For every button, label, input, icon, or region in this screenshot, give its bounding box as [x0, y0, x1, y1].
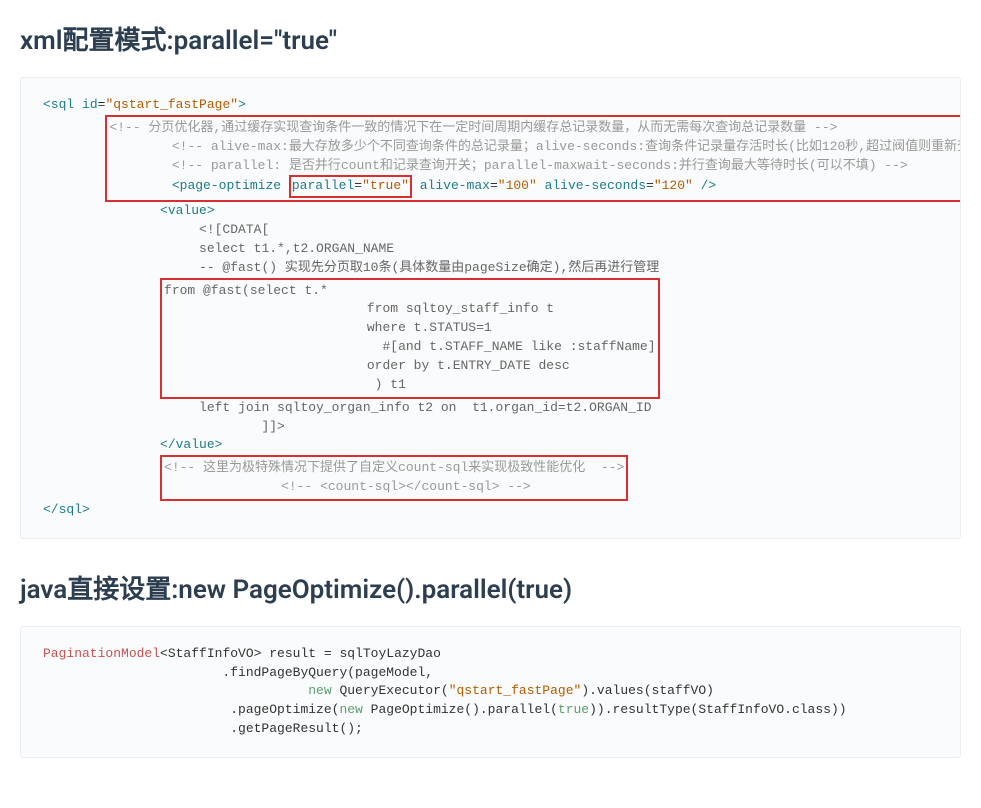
join-line: left join sqltoy_organ_info t2 on t1.org… — [199, 400, 651, 415]
heading-java: java直接设置:new PageOptimize().parallel(tru… — [20, 569, 961, 606]
sql-open-end: > — [238, 97, 246, 112]
j-l3a — [43, 683, 308, 698]
j-l4b: PageOptimize().parallel( — [363, 702, 558, 717]
po-alivemax-val: "100" — [498, 178, 537, 193]
po-parallel: parallel — [292, 178, 354, 193]
j-l4c: )).resultType(StaffInfoVO.class)) — [589, 702, 846, 717]
from-2: from sqltoy_staff_info t — [281, 301, 554, 316]
comment-3: <!-- parallel: 是否并行count和记录查询开关；parallel… — [172, 158, 908, 173]
red-box-top: <!-- 分页优化器,通过缓存实现查询条件一致的情况下在一定时间周期内缓存总记录… — [105, 115, 961, 202]
sql-id-val: "qstart_fastPage" — [105, 97, 238, 112]
comment-4: <!-- 这里为极特殊情况下提供了自定义count-sql来实现极致性能优化 -… — [164, 460, 624, 475]
comment-2: <!-- alive-max:最大存放多少个不同查询条件的总记录量；alive-… — [172, 139, 961, 154]
j-l1b: <StaffInfoVO> result = sqlToyLazyDao — [160, 646, 441, 661]
cdata-close: ]]> — [261, 419, 284, 434]
j-type: PaginationModel — [43, 646, 160, 661]
j-l5: .getPageResult(); — [43, 721, 363, 736]
comment-1: <!-- 分页优化器,通过缓存实现查询条件一致的情况下在一定时间周期内缓存总记录… — [109, 120, 837, 135]
red-box-fast: from @fast(select t.* from sqltoy_staff_… — [160, 278, 660, 399]
sql-close: </sql> — [43, 502, 90, 517]
xml-code-block: <sql id = "qstart_fastPage"> <!-- 分页优化器,通过… — [20, 77, 961, 539]
red-box-bottom: <!-- 这里为极特殊情况下提供了自定义count-sql来实现极致性能优化 -… — [160, 455, 628, 501]
value-open: <value> — [160, 203, 215, 218]
sql-comment: -- @fast() 实现先分页取10条(具体数量由pageSize确定),然后… — [199, 260, 659, 275]
j-l3-str: "qstart_fastPage" — [449, 683, 582, 698]
red-box-parallel: parallel="true" — [289, 175, 412, 198]
from-5: order by t.ENTRY_DATE desc — [281, 358, 570, 373]
heading-xml: xml配置模式:parallel="true" — [20, 20, 961, 57]
j-l4-true: true — [558, 702, 589, 717]
po-open: <page-optimize — [172, 178, 289, 193]
po-parallel-val: "true" — [362, 178, 409, 193]
select-line: select t1.*,t2.ORGAN_NAME — [199, 241, 394, 256]
from-1: from @fast(select t.* — [164, 283, 328, 298]
java-code-block: PaginationModel<StaffInfoVO> result = sq… — [20, 626, 961, 758]
po-parallel-eq: = — [354, 178, 362, 193]
sql-id-attr: id — [82, 97, 98, 112]
from-6: ) t1 — [281, 377, 406, 392]
po-close: /> — [693, 178, 716, 193]
j-l4a: .pageOptimize( — [43, 702, 339, 717]
j-l4-new: new — [339, 702, 362, 717]
value-close: </value> — [160, 437, 222, 452]
po-alivesec: alive-seconds — [537, 178, 646, 193]
j-l3b: QueryExecutor( — [332, 683, 449, 698]
po-alivesec-eq: = — [646, 178, 654, 193]
comment-5: <!-- <count-sql></count-sql> --> — [281, 479, 531, 494]
j-l3-new: new — [308, 683, 331, 698]
from-4: #[and t.STAFF_NAME like :staffName] — [281, 339, 655, 354]
sql-open: <sql — [43, 97, 82, 112]
po-alivemax-eq: = — [490, 178, 498, 193]
po-alivemax: alive-max — [420, 178, 490, 193]
j-l3c: ).values(staffVO) — [581, 683, 714, 698]
j-l2: .findPageByQuery(pageModel, — [43, 665, 433, 680]
from-3: where t.STATUS=1 — [281, 320, 492, 335]
cdata-open: <![CDATA[ — [199, 222, 269, 237]
po-alivesec-val: "120" — [654, 178, 693, 193]
